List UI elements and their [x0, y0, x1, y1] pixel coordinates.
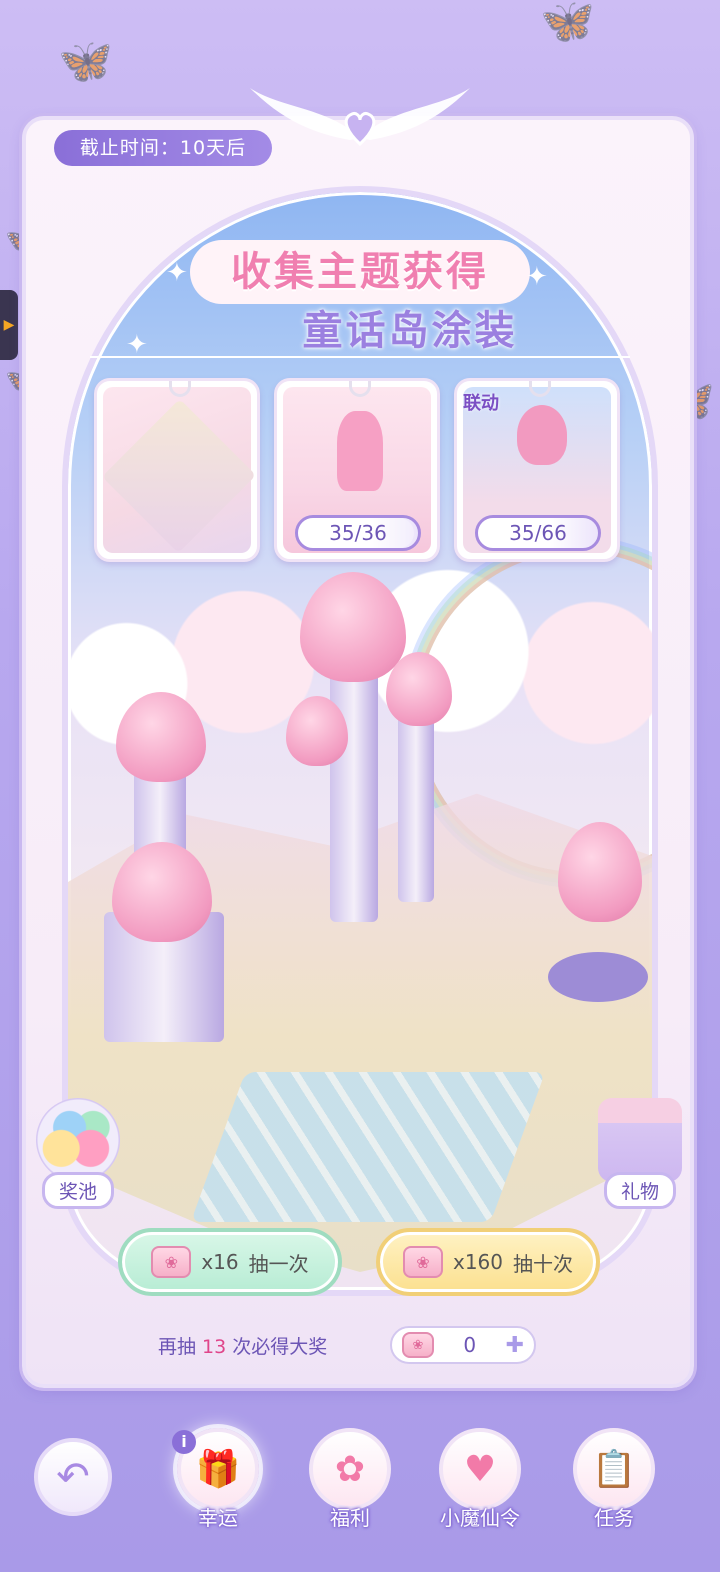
lotus-ticket-icon: ❀ — [151, 1246, 192, 1278]
draw-once-button[interactable]: ❀ x16 抽一次 — [118, 1228, 342, 1296]
draw-once-label: 抽一次 — [248, 1251, 309, 1276]
gift-button[interactable]: 礼物 — [592, 1098, 688, 1209]
sparkle-icon: ✦ — [526, 262, 548, 292]
prize-pool-button[interactable]: 奖池 — [30, 1098, 126, 1209]
ticket-balance: ❀ 0 ✚ — [390, 1326, 536, 1364]
nav-item-fairy-pass[interactable]: ♥ 小魔仙令 — [432, 1428, 528, 1531]
draw-ten-cost: x160 — [452, 1250, 503, 1274]
winged-heart-emblem — [250, 88, 470, 147]
nav-item-welfare[interactable]: ✿ 福利 — [302, 1428, 398, 1531]
theme-card-2[interactable]: 35/36 — [274, 378, 440, 562]
add-ticket-icon[interactable]: ✚ — [506, 1333, 524, 1358]
prize-pool-label: 奖池 — [42, 1172, 114, 1209]
guarantee-text: 再抽 13 次必得大奖 — [158, 1332, 327, 1359]
butterfly-icon: 🦋 — [58, 36, 113, 87]
back-button[interactable]: ↶ — [34, 1438, 112, 1516]
nav-item-tasks[interactable]: 📋 任务 — [566, 1428, 662, 1531]
draw-ten-label: 抽十次 — [513, 1251, 573, 1276]
nav-label-tasks: 任务 — [594, 1506, 634, 1530]
butterfly-icon: 🦋 — [540, 0, 595, 47]
nav-label-welfare: 福利 — [330, 1506, 370, 1530]
tile-path — [190, 1072, 546, 1222]
flower-icon: ✿ — [309, 1428, 391, 1510]
progress-text: 35/36 — [329, 521, 387, 545]
fairy-doll-illustration — [337, 411, 383, 491]
deadline-badge: 截止时间：10天后 — [54, 130, 272, 166]
side-drawer-tab[interactable]: ▶ — [0, 290, 18, 360]
guarantee-suffix: 次必得大奖 — [226, 1336, 328, 1358]
clipboard-icon: 📋 — [573, 1428, 655, 1510]
title-collect-theme: 收集主题获得 — [190, 240, 530, 304]
ticket-balance-value: 0 — [463, 1333, 477, 1357]
collab-badge: 联动 — [463, 393, 499, 414]
card-progress-2: 35/36 — [295, 515, 421, 551]
gacha-balls-icon — [36, 1098, 120, 1182]
back-arrow-icon: ↶ — [56, 1454, 90, 1500]
heart-wings-icon: ♥ — [439, 1428, 521, 1510]
progress-text: 35/66 — [509, 521, 567, 545]
lotus-tower-illustration — [517, 405, 567, 465]
nav-label-fairy-pass: 小魔仙令 — [440, 1506, 520, 1530]
title-fairy-island-skin: 童话岛涂装 — [302, 308, 518, 354]
draw-once-cost: x16 — [201, 1250, 239, 1274]
gift-label: 礼物 — [604, 1172, 676, 1209]
theme-card-3[interactable]: 联动 35/66 — [454, 378, 620, 562]
crystal-fountain — [548, 952, 648, 1002]
nav-label-luck: 幸运 — [198, 1506, 238, 1530]
sparkle-icon: ✦ — [166, 258, 188, 288]
hanging-string — [90, 356, 630, 358]
card-progress-3: 35/66 — [475, 515, 601, 551]
theme-card-1[interactable] — [94, 378, 260, 562]
gift-box-icon — [598, 1098, 682, 1182]
castle-pillar — [398, 702, 434, 902]
guarantee-prefix: 再抽 — [158, 1336, 203, 1358]
info-icon[interactable]: i — [172, 1430, 196, 1454]
draw-ten-button[interactable]: ❀ x160 抽十次 — [376, 1228, 600, 1296]
guarantee-count: 13 — [202, 1336, 227, 1358]
lotus-ticket-icon: ❀ — [402, 1332, 434, 1358]
lotus-ticket-icon: ❀ — [402, 1246, 443, 1278]
